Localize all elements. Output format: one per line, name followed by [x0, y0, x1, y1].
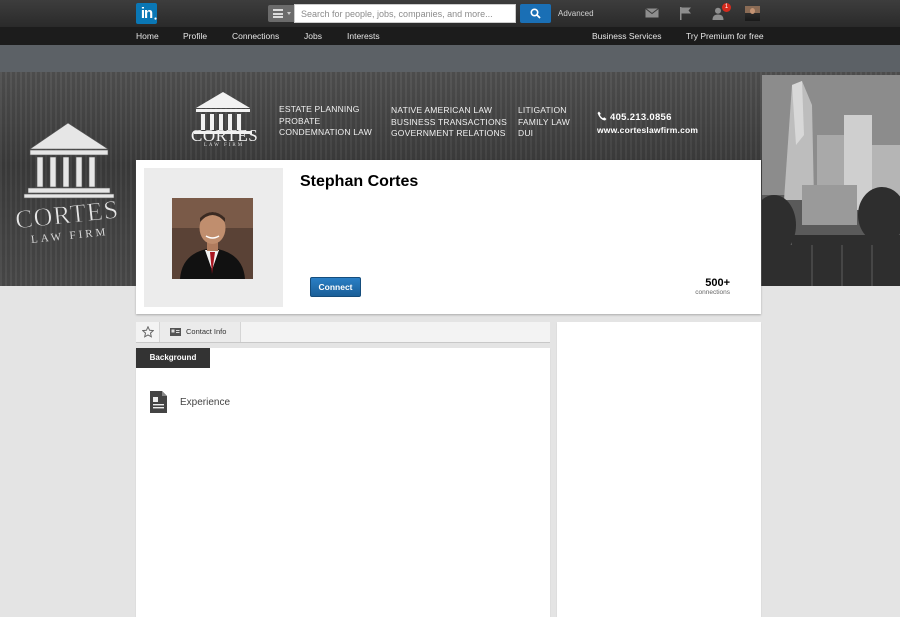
- nav-try-premium[interactable]: Try Premium for free: [686, 31, 764, 41]
- practice-areas-col1: ESTATE PLANNING PROBATE CONDEMNATION LAW: [279, 104, 372, 139]
- connect-button[interactable]: Connect: [310, 277, 361, 297]
- chevron-down-icon: [287, 12, 291, 15]
- linkedin-logo[interactable]: in ●: [136, 3, 157, 24]
- nav-profile[interactable]: Profile: [183, 31, 207, 41]
- favorite-button[interactable]: [136, 322, 160, 342]
- contact-info-tab[interactable]: Contact Info: [160, 322, 241, 342]
- banner-website: www.corteslawfirm.com: [597, 125, 699, 135]
- banner-brand: CORTES LAW FIRM: [190, 88, 258, 155]
- search-input[interactable]: [294, 4, 516, 23]
- practice-area: DUI: [518, 128, 534, 138]
- search-icon: [530, 8, 541, 19]
- practice-area: FAMILY LAW: [518, 116, 570, 127]
- connections-label: connections: [695, 289, 730, 296]
- banner-phone: 405.213.0856: [597, 111, 672, 123]
- top-bar: in● Advanced 1: [0, 0, 900, 27]
- search-button[interactable]: [520, 4, 551, 23]
- search-category-menu[interactable]: [268, 5, 294, 22]
- experience-label: Experience: [180, 397, 231, 408]
- nav-connections[interactable]: Connections: [232, 31, 279, 41]
- nav-home[interactable]: Home: [136, 31, 159, 41]
- star-icon: [142, 326, 154, 338]
- main-nav: Home Profile Connections Jobs Interests …: [0, 27, 900, 45]
- brand-subtitle: LAW FIRM: [203, 143, 245, 148]
- profile-actions-bar: Contact Info: [136, 322, 550, 343]
- practice-area: BUSINESS TRANSACTIONS: [391, 116, 507, 127]
- nav-jobs[interactable]: Jobs: [304, 31, 322, 41]
- menu-icon: [273, 9, 283, 18]
- cortes-law-firm-logo: CORTES LAW FIRM: [14, 122, 121, 246]
- practice-area: PROBATE: [279, 115, 321, 126]
- mail-icon[interactable]: [645, 8, 659, 18]
- banner-top-strip: [0, 45, 900, 72]
- nav-interests[interactable]: Interests: [347, 31, 380, 41]
- advanced-search-link[interactable]: Advanced: [558, 9, 594, 18]
- notification-badge: 1: [722, 3, 731, 12]
- city-skyline-image: [762, 75, 900, 286]
- contact-info-label: Contact Info: [186, 327, 227, 336]
- profile-photo-frame: [144, 168, 283, 307]
- practice-area: NATIVE AMERICAN LAW: [391, 105, 493, 115]
- practice-areas-col2: NATIVE AMERICAN LAW BUSINESS TRANSACTION…: [391, 105, 507, 140]
- profile-photo[interactable]: [172, 198, 253, 279]
- document-icon: [150, 391, 167, 413]
- practice-areas-col3: LITIGATION FAMILY LAW DUI: [518, 105, 570, 140]
- practice-area: ESTATE PLANNING: [279, 104, 360, 114]
- profile-card: Stephan Cortes Connect 500+ connections: [136, 160, 761, 314]
- flag-icon[interactable]: [679, 7, 692, 20]
- connections-count: 500+: [705, 277, 730, 289]
- practice-area: CONDEMNATION LAW: [279, 127, 372, 137]
- profile-name: Stephan Cortes: [300, 173, 419, 190]
- background-tab[interactable]: Background: [136, 348, 210, 368]
- nav-business-services[interactable]: Business Services: [592, 31, 661, 41]
- background-panel: Background Experience: [136, 348, 550, 617]
- user-avatar[interactable]: [745, 6, 760, 21]
- contact-card-icon: [170, 328, 181, 336]
- profile-photo-image: [172, 198, 253, 279]
- practice-area: GOVERNMENT RELATIONS: [391, 128, 506, 138]
- practice-area: LITIGATION: [518, 105, 567, 115]
- phone-number: 405.213.0856: [610, 112, 672, 123]
- phone-icon: [597, 111, 607, 121]
- right-sidebar: [557, 322, 761, 617]
